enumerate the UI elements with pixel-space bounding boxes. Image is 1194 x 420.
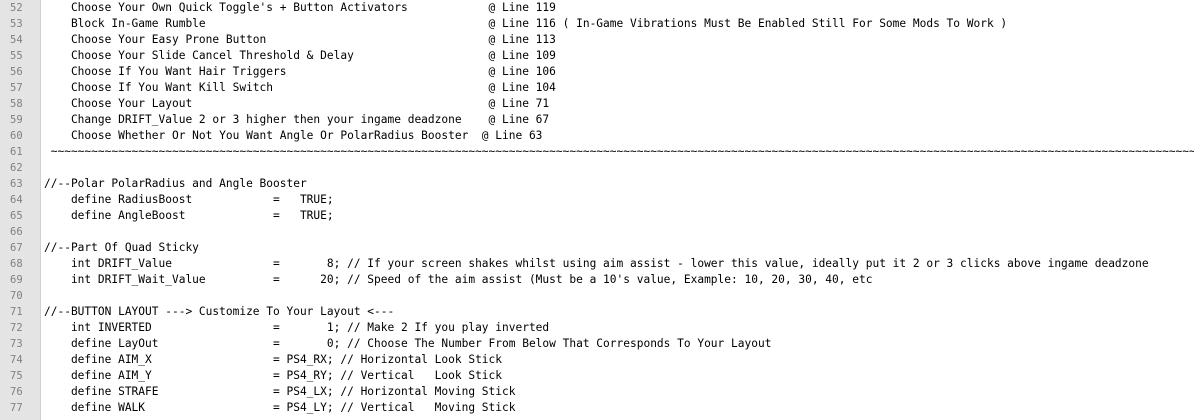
line-number: 59 xyxy=(10,114,23,126)
code-line[interactable]: 63 //--Polar PolarRadius and Angle Booste… xyxy=(0,176,1194,192)
line-text[interactable]: int DRIFT_Value = 8; // If your screen s… xyxy=(44,256,1149,272)
code-line[interactable]: 74 define AIM_X = PS4_RX; // Horizontal … xyxy=(0,352,1194,368)
code-line[interactable]: 62 xyxy=(0,160,1194,176)
line-text[interactable]: define LayOut = 0; // Choose The Number … xyxy=(44,336,772,352)
line-number: 65 xyxy=(10,210,23,222)
code-line[interactable]: 56 Choose If You Want Hair Triggers @ Li… xyxy=(0,64,1194,80)
code-line[interactable]: 70 xyxy=(0,288,1194,304)
code-line[interactable]: 52 Choose Your Own Quick Toggle's + Butt… xyxy=(0,0,1194,16)
line-number: 63 xyxy=(10,178,23,190)
line-text[interactable]: Choose Your Own Quick Toggle's + Button … xyxy=(44,0,556,16)
line-text[interactable]: int INVERTED = 1; // Make 2 If you play … xyxy=(44,320,549,336)
line-text[interactable]: Choose If You Want Kill Switch @ Line 10… xyxy=(44,80,556,96)
line-text[interactable]: Choose If You Want Hair Triggers @ Line … xyxy=(44,64,556,80)
code-line[interactable]: 53 Block In-Game Rumble @ Line 116 ( In-… xyxy=(0,16,1194,32)
code-line[interactable]: 59 Change DRIFT_Value 2 or 3 higher then… xyxy=(0,112,1194,128)
line-number: 62 xyxy=(10,162,23,174)
line-number: 72 xyxy=(10,322,23,334)
line-text[interactable]: //--BUTTON LAYOUT ---> Customize To Your… xyxy=(44,304,394,320)
code-line[interactable]: 65 define AngleBoost = TRUE; xyxy=(0,208,1194,224)
code-lines: 52 Choose Your Own Quick Toggle's + Butt… xyxy=(0,0,1194,416)
line-number: 70 xyxy=(10,290,23,302)
line-text[interactable]: define AIM_X = PS4_RX; // Horizontal Loo… xyxy=(44,352,502,368)
code-line[interactable]: 68 int DRIFT_Value = 8; // If your scree… xyxy=(0,256,1194,272)
code-line[interactable]: 55 Choose Your Slide Cancel Threshold & … xyxy=(0,48,1194,64)
code-line[interactable]: 60 Choose Whether Or Not You Want Angle … xyxy=(0,128,1194,144)
line-text[interactable]: //--Polar PolarRadius and Angle Booster xyxy=(44,176,307,192)
line-number: 64 xyxy=(10,194,23,206)
code-line[interactable]: 69 int DRIFT_Wait_Value = 20; // Speed o… xyxy=(0,272,1194,288)
line-number: 60 xyxy=(10,130,23,142)
line-number: 74 xyxy=(10,354,23,366)
line-number: 68 xyxy=(10,258,23,270)
line-text[interactable]: define WALK = PS4_LY; // Vertical Moving… xyxy=(44,400,516,416)
line-number: 71 xyxy=(10,306,23,318)
line-text[interactable]: ~~~~~~~~~~~~~~~~~~~~~~~~~~~~~~~~~~~~~~~~… xyxy=(44,144,1194,160)
line-text[interactable]: define RadiusBoost = TRUE; xyxy=(44,192,334,208)
line-text[interactable]: Block In-Game Rumble @ Line 116 ( In-Gam… xyxy=(44,16,1007,32)
line-number: 66 xyxy=(10,226,23,238)
line-text[interactable]: int DRIFT_Wait_Value = 20; // Speed of t… xyxy=(44,272,873,288)
line-number: 54 xyxy=(10,34,23,46)
line-number: 58 xyxy=(10,98,23,110)
code-line[interactable]: 72 int INVERTED = 1; // Make 2 If you pl… xyxy=(0,320,1194,336)
line-text[interactable]: Choose Your Slide Cancel Threshold & Del… xyxy=(44,48,556,64)
line-number: 76 xyxy=(10,386,23,398)
line-text[interactable]: Change DRIFT_Value 2 or 3 higher then yo… xyxy=(44,112,549,128)
code-line[interactable]: 61 ~~~~~~~~~~~~~~~~~~~~~~~~~~~~~~~~~~~~~… xyxy=(0,144,1194,160)
code-line[interactable]: 77 define WALK = PS4_LY; // Vertical Mov… xyxy=(0,400,1194,416)
code-line[interactable]: 75 define AIM_Y = PS4_RY; // Vertical Lo… xyxy=(0,368,1194,384)
code-line[interactable]: 73 define LayOut = 0; // Choose The Numb… xyxy=(0,336,1194,352)
line-number: 69 xyxy=(10,274,23,286)
code-line[interactable]: 67 //--Part Of Quad Sticky xyxy=(0,240,1194,256)
line-number: 61 xyxy=(10,146,23,158)
line-text[interactable]: Choose Your Layout @ Line 71 xyxy=(44,96,549,112)
code-line[interactable]: 71 //--BUTTON LAYOUT ---> Customize To Yo… xyxy=(0,304,1194,320)
line-number: 52 xyxy=(10,2,23,14)
line-number: 77 xyxy=(10,402,23,414)
line-number: 56 xyxy=(10,66,23,78)
line-text[interactable]: define STRAFE = PS4_LX; // Horizontal Mo… xyxy=(44,384,516,400)
line-number: 53 xyxy=(10,18,23,30)
line-text[interactable]: Choose Whether Or Not You Want Angle Or … xyxy=(44,128,543,144)
code-line[interactable]: 57 Choose If You Want Kill Switch @ Line… xyxy=(0,80,1194,96)
line-text[interactable]: define AIM_Y = PS4_RY; // Vertical Look … xyxy=(44,368,502,384)
code-line[interactable]: 58 Choose Your Layout @ Line 71 xyxy=(0,96,1194,112)
line-number: 75 xyxy=(10,370,23,382)
line-text[interactable]: define AngleBoost = TRUE; xyxy=(44,208,334,224)
code-line[interactable]: 64 define RadiusBoost = TRUE; xyxy=(0,192,1194,208)
line-number: 67 xyxy=(10,242,23,254)
line-text[interactable]: //--Part Of Quad Sticky xyxy=(44,240,199,256)
code-editor[interactable]: 52 Choose Your Own Quick Toggle's + Butt… xyxy=(0,0,1194,420)
code-line[interactable]: 54 Choose Your Easy Prone Button @ Line … xyxy=(0,32,1194,48)
code-line[interactable]: 66 xyxy=(0,224,1194,240)
line-number: 57 xyxy=(10,82,23,94)
code-line[interactable]: 76 define STRAFE = PS4_LX; // Horizontal… xyxy=(0,384,1194,400)
line-text[interactable]: Choose Your Easy Prone Button @ Line 113 xyxy=(44,32,556,48)
line-number: 55 xyxy=(10,50,23,62)
line-number: 73 xyxy=(10,338,23,350)
